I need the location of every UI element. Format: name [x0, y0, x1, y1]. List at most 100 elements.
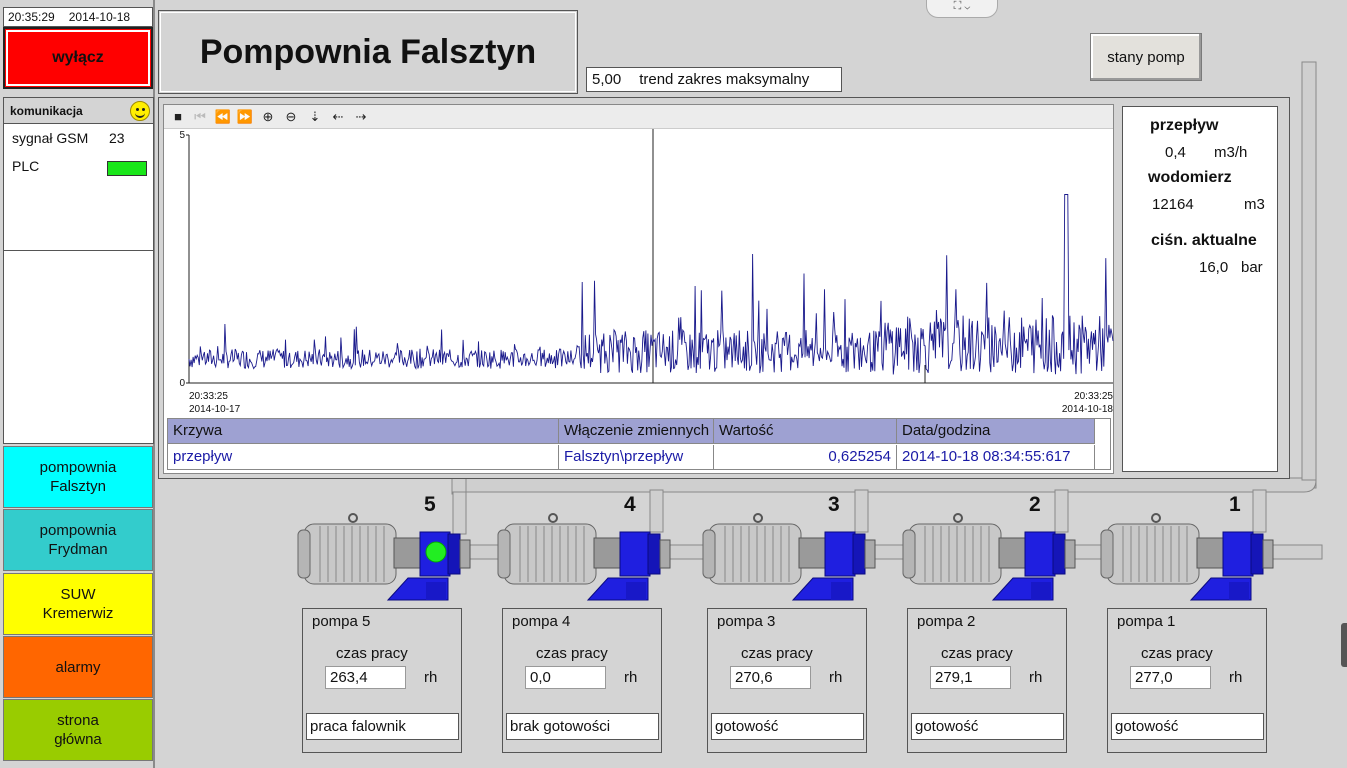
pump-number: 2 [1029, 493, 1041, 516]
discharge-pipe [854, 489, 869, 533]
zoom-in-icon[interactable]: ⊕ [259, 108, 277, 126]
x-end-time-label: 20:33:25 [1074, 391, 1113, 402]
riser-pipe [1301, 61, 1317, 489]
flow-label: przepływ [1150, 117, 1219, 134]
pump-5-graphic[interactable] [297, 491, 471, 601]
pump-status: brak gotowości [506, 713, 659, 740]
pump-number: 4 [624, 493, 636, 516]
pump-foot [426, 582, 446, 600]
motor-fan-cover [297, 529, 311, 579]
runtime-label: czas pracy [336, 645, 408, 662]
pump-2-panel: pompa 2 czas pracy 279,1 rh gotowość [907, 608, 1067, 753]
col-header-variable[interactable]: Włączenie zmiennych [559, 419, 714, 444]
pump-4-graphic[interactable] [497, 489, 671, 601]
col-header-curve[interactable]: Krzywa [168, 419, 559, 444]
col-header-value[interactable]: Wartość [714, 419, 897, 444]
pump-volute [447, 533, 461, 575]
pump-volute [647, 533, 661, 575]
cell-datetime[interactable]: 2014-10-18 08:34:55:617 [897, 445, 1095, 470]
pump-number: 1 [1229, 493, 1241, 516]
discharge-pipe [452, 491, 467, 535]
runtime-label: czas pracy [536, 645, 608, 662]
coupling [998, 537, 1026, 569]
trend-toolbar: ■ ⏮ ⏪ ⏩ ⊕ ⊖ ⇣ ⇠ ⇢ [164, 105, 1113, 129]
pump-name: pompa 3 [717, 613, 776, 630]
runtime-unit: rh [424, 669, 438, 686]
pump-name: pompa 4 [512, 613, 571, 630]
pump-volute [852, 533, 866, 575]
cell-variable[interactable]: Falsztyn\przepływ [559, 445, 714, 470]
cell-value[interactable]: 0,625254 [714, 445, 897, 470]
lifting-eye [548, 513, 558, 523]
pump-5-panel: pompa 5 czas pracy 263,4 rh praca falownik [302, 608, 462, 753]
cell-curve[interactable]: przepływ [168, 445, 559, 470]
pump-flange [459, 539, 471, 569]
pump-flange [1262, 539, 1274, 569]
motor-fan-cover [1100, 529, 1114, 579]
runtime-value: 279,1 [930, 666, 1011, 689]
discharge-pipe [1054, 489, 1069, 533]
pressure-value: 16,0 [1199, 259, 1229, 276]
x-end-date-label: 2014-10-18 [1062, 404, 1114, 415]
motor-fan-cover [497, 529, 511, 579]
pump-running-indicator [425, 541, 447, 563]
pump-flange [1064, 539, 1076, 569]
lifting-eye [348, 513, 358, 523]
pump-flange [659, 539, 671, 569]
runtime-value: 0,0 [525, 666, 606, 689]
motor-body [908, 523, 1002, 585]
move-left-icon[interactable]: ⇠ [329, 108, 347, 126]
pump-volute [1052, 533, 1066, 575]
trend-chart[interactable]: 5 0 20:33:25 2014-10-17 20:33:25 2014-10-18 [164, 129, 1115, 419]
pump-foot [1229, 582, 1249, 600]
runtime-unit: rh [829, 669, 843, 686]
rewind-icon[interactable]: ⏪ [214, 108, 232, 126]
ruler-icon[interactable]: ⇣ [306, 108, 324, 126]
discharge-pipe [649, 489, 664, 533]
move-right-icon[interactable]: ⇢ [352, 108, 370, 126]
forward-icon[interactable]: ⏩ [236, 108, 254, 126]
x-start-date-label: 2014-10-17 [189, 404, 241, 415]
coupling [593, 537, 621, 569]
pump-1-graphic[interactable] [1100, 489, 1274, 601]
water-meter-label: wodomierz [1148, 169, 1232, 186]
pump-flange [864, 539, 876, 569]
pump-number: 3 [828, 493, 840, 516]
runtime-label: czas pracy [941, 645, 1013, 662]
x-start-time-label: 20:33:25 [189, 391, 228, 402]
side-scroll-handle[interactable] [1341, 623, 1347, 667]
pump-name: pompa 2 [917, 613, 976, 630]
measurements-panel: przepływ 0,4 m3/h wodomierz 12164 m3 ciś… [1122, 106, 1278, 472]
coupling [798, 537, 826, 569]
runtime-value: 263,4 [325, 666, 406, 689]
flow-unit: m3/h [1214, 144, 1248, 161]
pump-volute [1250, 533, 1264, 575]
discharge-pipe [1252, 489, 1267, 533]
flow-trend-series [188, 194, 1114, 375]
pump-foot [1031, 582, 1051, 600]
first-page-icon[interactable]: ⏮ [191, 108, 209, 126]
pump-casing [619, 531, 651, 577]
col-header-datetime[interactable]: Data/godzina [897, 419, 1095, 444]
flow-value: 0,4 [1165, 144, 1186, 161]
motor-body [1106, 523, 1200, 585]
motor-fan-cover [902, 529, 916, 579]
pump-1-panel: pompa 1 czas pracy 277,0 rh gotowość [1107, 608, 1267, 753]
motor-body [708, 523, 802, 585]
motor-fan-cover [702, 529, 716, 579]
lifting-eye [1151, 513, 1161, 523]
runtime-value: 277,0 [1130, 666, 1211, 689]
pump-status: praca falownik [306, 713, 459, 740]
pump-casing [1024, 531, 1056, 577]
lifting-eye [953, 513, 963, 523]
pump-4-panel: pompa 4 czas pracy 0,0 rh brak gotowości [502, 608, 662, 753]
pump-2-graphic[interactable] [902, 489, 1076, 601]
runtime-value: 270,6 [730, 666, 811, 689]
motor-body [503, 523, 597, 585]
stop-icon[interactable]: ■ [169, 108, 187, 126]
pressure-unit: bar [1241, 259, 1263, 276]
pump-3-graphic[interactable] [702, 489, 876, 601]
pressure-label: ciśn. aktualne [1151, 232, 1257, 249]
zoom-out-icon[interactable]: ⊖ [282, 108, 300, 126]
pump-name: pompa 5 [312, 613, 371, 630]
